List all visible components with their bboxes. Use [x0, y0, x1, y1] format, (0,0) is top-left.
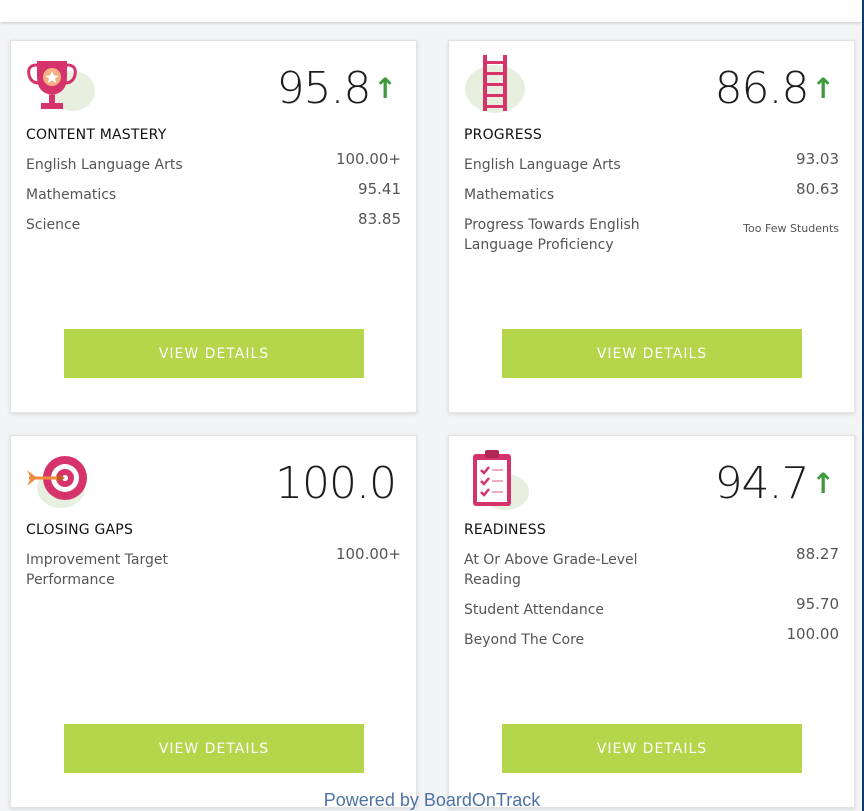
closing-gaps-score: 100.0: [275, 458, 397, 509]
metric-row: Mathematics 95.41: [26, 180, 401, 205]
arrow-up-icon: ↑: [811, 467, 835, 500]
metric-label: Improvement Target Performance: [26, 552, 168, 588]
content-mastery-score: 95.8 ↑: [276, 63, 397, 114]
view-details-button[interactable]: VIEW DETAILS: [502, 724, 802, 773]
metric-row: English Language Arts 100.00+: [26, 150, 401, 175]
card-title: CLOSING GAPS: [26, 522, 134, 538]
view-details-button[interactable]: VIEW DETAILS: [64, 329, 364, 378]
metric-label: Science: [26, 217, 81, 233]
clipboard-icon: [461, 448, 537, 512]
metric-list: Improvement Target Performance 100.00+: [26, 545, 401, 600]
closing-gaps-card: 100.0 CLOSING GAPS Improvement Target Pe…: [10, 435, 417, 808]
metric-value: 93.03: [796, 150, 839, 168]
metric-label: English Language Arts: [26, 157, 183, 173]
metric-list: English Language Arts 93.03 Mathematics …: [464, 150, 839, 265]
metric-row: Mathematics 80.63: [464, 180, 839, 205]
content-mastery-card: 95.8 ↑ CONTENT MASTERY English Language A…: [10, 40, 417, 413]
metric-label: English Language Arts: [464, 157, 621, 173]
metric-list: At Or Above Grade-Level Reading 88.27 St…: [464, 545, 839, 660]
metric-label: Mathematics: [26, 187, 117, 203]
metric-value: 88.27: [796, 545, 839, 563]
metric-row: Beyond The Core 100.00: [464, 625, 839, 650]
metric-label: Mathematics: [464, 187, 555, 203]
metric-value: Too Few Students: [743, 222, 839, 235]
metric-row: Science 83.85: [26, 210, 401, 235]
trophy-icon: [23, 53, 99, 117]
readiness-card: 94.7 ↑ READINESS At Or Above Grade-Level …: [448, 435, 855, 808]
metric-value: 100.00+: [335, 150, 401, 168]
metric-value: 95.70: [796, 595, 839, 613]
metric-label: Student Attendance: [464, 602, 605, 618]
metric-value: 100.00: [786, 625, 840, 643]
metric-row: At Or Above Grade-Level Reading 88.27: [464, 545, 839, 590]
card-title: READINESS: [464, 522, 546, 538]
view-details-button[interactable]: VIEW DETAILS: [64, 724, 364, 773]
ladder-icon: [461, 53, 537, 117]
metric-value: 80.63: [796, 180, 839, 198]
view-details-button[interactable]: VIEW DETAILS: [502, 329, 802, 378]
metric-list: English Language Arts 100.00+ Mathematic…: [26, 150, 401, 245]
top-bar: [0, 0, 862, 22]
metric-row: Student Attendance 95.70: [464, 595, 839, 620]
card-title: CONTENT MASTERY: [26, 127, 167, 143]
metric-row: English Language Arts 93.03: [464, 150, 839, 175]
target-icon: [23, 448, 99, 512]
metric-row: Improvement Target Performance 100.00+: [26, 545, 401, 590]
metric-label: At Or Above Grade-Level Reading: [464, 552, 638, 588]
metric-label: Progress Towards English Language Profic…: [464, 217, 640, 253]
powered-by-footer: Powered by BoardOnTrack: [323, 790, 541, 810]
metric-value: 83.85: [358, 210, 401, 228]
metric-label: Beyond The Core: [464, 632, 585, 648]
readiness-score: 94.7 ↑: [714, 458, 835, 509]
card-title: PROGRESS: [464, 127, 542, 143]
metric-value: 95.41: [358, 180, 401, 198]
arrow-up-icon: ↑: [373, 72, 397, 105]
progress-card: 86.8 ↑ PROGRESS English Language Arts 93.…: [448, 40, 855, 413]
metric-value: 100.00+: [335, 545, 401, 563]
metric-row: Progress Towards English Language Profic…: [464, 215, 839, 255]
arrow-up-icon: ↑: [811, 72, 835, 105]
progress-score: 86.8 ↑: [714, 63, 835, 114]
